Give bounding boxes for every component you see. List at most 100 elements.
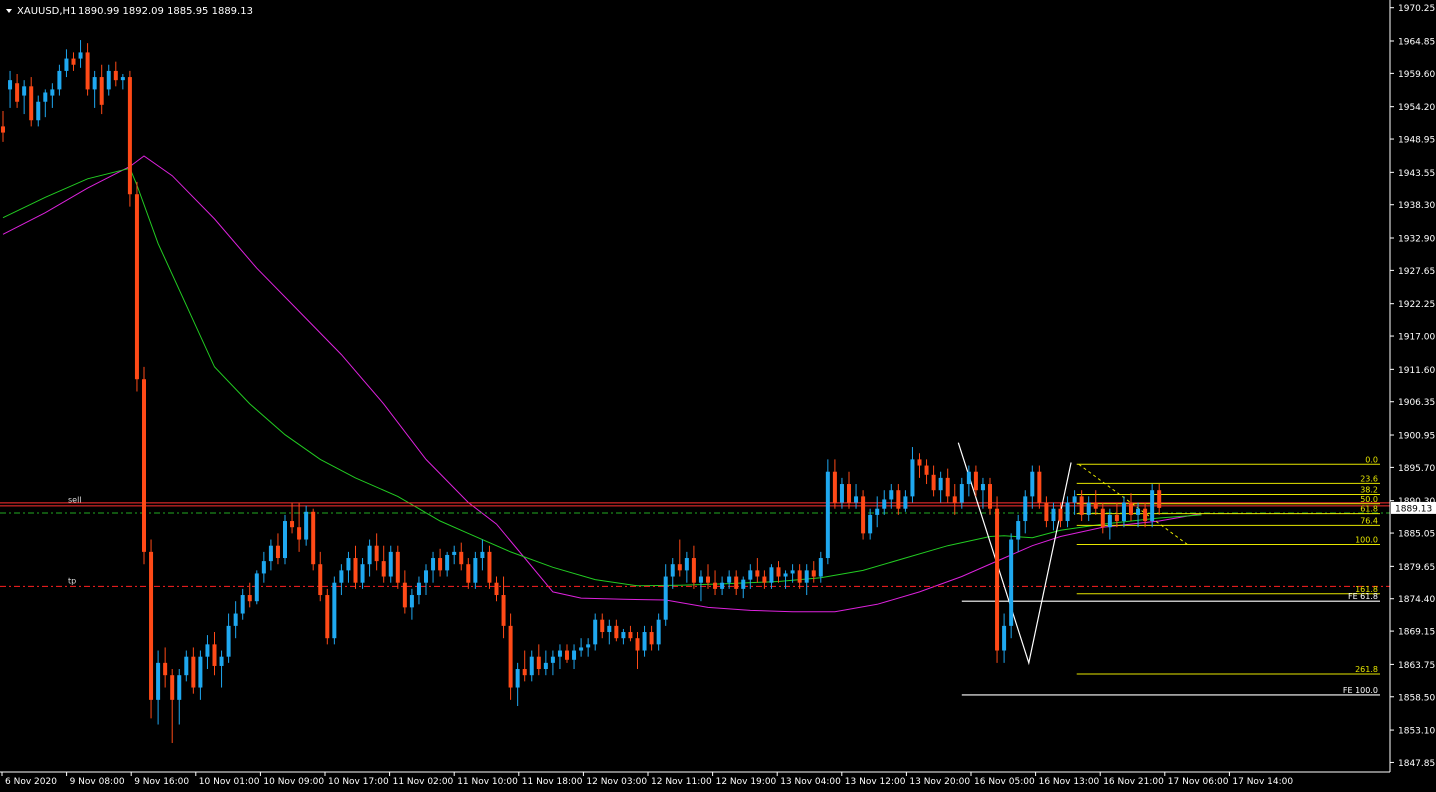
candle-body — [854, 496, 859, 503]
candle-body — [586, 644, 591, 648]
candle-body — [861, 496, 866, 534]
candle-body — [283, 521, 287, 559]
candle-body — [924, 465, 929, 475]
ohlc-values: 1890.99 1892.09 1885.95 1889.13 — [78, 6, 253, 17]
price-tick-label: 1917.00 — [1398, 333, 1435, 343]
candle-body — [804, 570, 809, 583]
time-tick-label: 12 Nov 03:00 — [586, 777, 647, 787]
candle-body — [268, 545, 273, 562]
candle-body — [811, 570, 816, 577]
price-tick-label: 1948.95 — [1398, 136, 1435, 146]
candle-body — [480, 551, 485, 559]
candle-body — [64, 58, 69, 71]
candle-body — [71, 58, 76, 65]
candle-body — [579, 647, 584, 651]
candle-body — [727, 576, 732, 583]
chart-header: XAUUSD,H1 1890.99 1892.09 1885.95 1889.1… — [6, 6, 253, 17]
candle-body — [163, 662, 168, 676]
candle-body — [374, 545, 379, 562]
candle-body — [1058, 508, 1063, 522]
price-tick-label: 1911.60 — [1398, 366, 1435, 376]
candle-body — [1030, 471, 1035, 497]
candle-body — [959, 484, 964, 503]
time-tick-label: 11 Nov 18:00 — [522, 777, 583, 787]
candle-body — [494, 582, 499, 596]
candle-body — [670, 564, 675, 577]
candle-body — [1065, 502, 1070, 522]
candle-body — [15, 83, 20, 102]
candle-body — [1100, 508, 1105, 528]
price-tick-label: 1863.75 — [1398, 661, 1435, 671]
price-chart[interactable]: selltp0.023.638.250.061.876.4100.0161.82… — [0, 0, 1436, 792]
candle-body — [522, 669, 527, 676]
candle-body — [677, 564, 682, 571]
candle-body — [325, 595, 330, 639]
fe-level-label: FE 61.8 — [1348, 592, 1378, 601]
time-tick-label: 13 Nov 20:00 — [909, 777, 970, 787]
candle-body — [748, 570, 753, 580]
candle-body — [1079, 496, 1084, 515]
tp-label: tp — [68, 576, 76, 585]
candle-body — [353, 558, 358, 583]
sell-label: sell — [68, 495, 82, 504]
candle-body — [149, 551, 154, 700]
candle-body — [50, 89, 55, 96]
candle-body — [1107, 514, 1112, 528]
price-tick-label: 1858.50 — [1398, 693, 1435, 703]
price-tick-label: 1922.25 — [1398, 300, 1435, 310]
candle-body — [184, 656, 189, 676]
candle-body — [628, 632, 633, 639]
price-tick-label: 1970.25 — [1398, 4, 1435, 14]
candle-body — [706, 576, 710, 583]
candle-body — [980, 484, 985, 491]
candle-body — [889, 490, 894, 500]
candle-body — [642, 632, 647, 651]
candle-body — [818, 558, 823, 577]
candle-body — [684, 558, 689, 571]
price-tick-label: 1885.05 — [1398, 530, 1435, 540]
candle-body — [1, 126, 5, 133]
time-tick-label: 16 Nov 13:00 — [1039, 777, 1100, 787]
candle-body — [614, 625, 619, 639]
candle-body — [868, 514, 873, 534]
candle-body — [438, 558, 443, 571]
candle-body — [691, 558, 696, 583]
candle-body — [755, 570, 760, 577]
time-tick-label: 16 Nov 21:00 — [1103, 777, 1164, 787]
candle-body — [1114, 514, 1119, 522]
candle-body — [367, 545, 372, 565]
fib-level-label: 50.0 — [1360, 495, 1378, 504]
fib-level-label: 100.0 — [1355, 535, 1378, 544]
chart-background — [0, 0, 1436, 792]
candle-body — [381, 561, 386, 577]
time-tick-label: 10 Nov 01:00 — [199, 777, 260, 787]
price-tick-label: 1847.85 — [1398, 759, 1435, 769]
candle-body — [304, 511, 309, 540]
price-tick-label: 1938.30 — [1398, 201, 1435, 211]
candle-body — [170, 675, 175, 700]
candle-body — [1136, 508, 1141, 515]
candle-body — [769, 567, 774, 583]
candle-body — [1157, 490, 1162, 508]
time-tick-label: 17 Nov 14:00 — [1232, 777, 1293, 787]
candle-body — [847, 484, 851, 503]
candle-body — [825, 471, 830, 559]
candle-body — [311, 511, 316, 565]
fib-level-label: 261.8 — [1355, 665, 1378, 674]
candle-body — [424, 570, 428, 583]
candle-body — [875, 508, 880, 515]
candle-body — [395, 551, 400, 583]
candle-body — [142, 379, 146, 552]
candle-body — [903, 496, 908, 509]
candle-body — [233, 613, 238, 626]
price-tick-label: 1964.85 — [1398, 38, 1435, 48]
candle-body — [57, 70, 62, 90]
candle-body — [459, 551, 464, 565]
candle-body — [452, 551, 457, 555]
candle-body — [1072, 496, 1077, 503]
candle-body — [473, 558, 478, 583]
fib-level-label: 23.6 — [1360, 474, 1378, 483]
candle-body — [346, 558, 351, 571]
candle-body — [106, 70, 111, 90]
candle-body — [882, 499, 887, 509]
